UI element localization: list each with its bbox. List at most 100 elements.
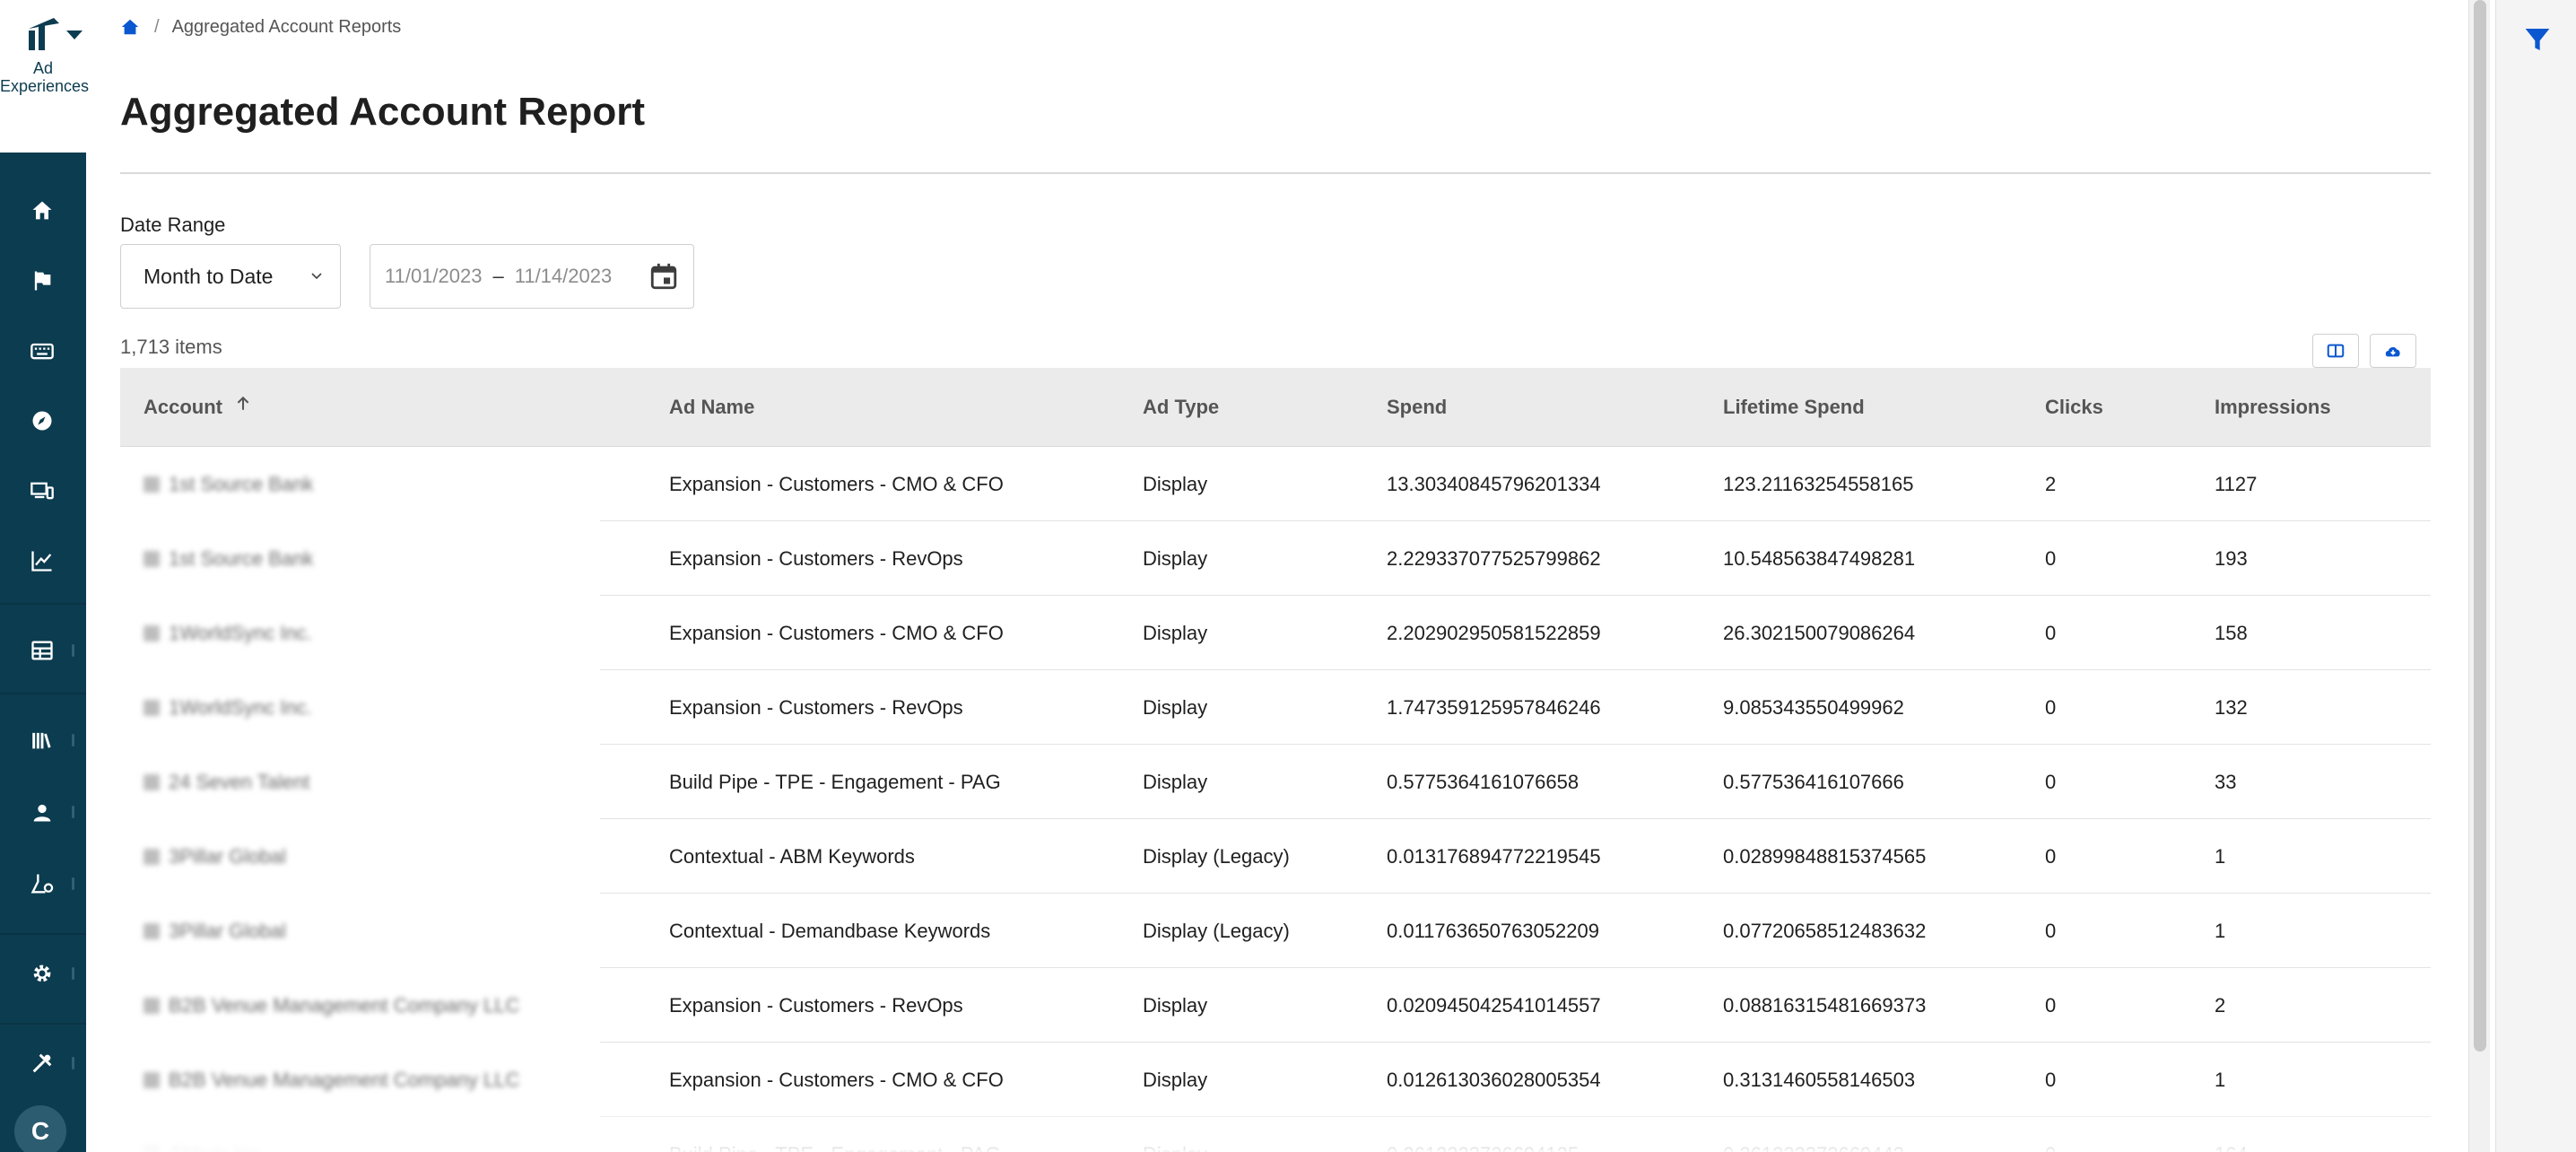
flag-icon[interactable] [27, 266, 57, 296]
column-header-lifetime-spend[interactable]: Lifetime Spend [1723, 368, 1865, 447]
table-row[interactable]: 24 Seven Talent Build Pipe - TPE - Engage… [120, 745, 2431, 819]
page-scrollbar[interactable] [2468, 0, 2490, 1152]
cell-impressions: 1127 [2215, 472, 2258, 495]
account-logo-icon [144, 997, 160, 1014]
tools-icon[interactable] [27, 1048, 57, 1078]
breadcrumb-separator: / [154, 16, 160, 37]
cell-clicks: 0 [2045, 844, 2057, 868]
column-header-account[interactable]: Account [144, 368, 251, 447]
cell-account: 1WorldSync Inc. [144, 596, 312, 670]
account-logo-icon [144, 476, 160, 493]
cell-ad-type: Display [1143, 546, 1208, 570]
home-icon[interactable] [27, 196, 57, 226]
table-body: 1st Source Bank Expansion - Customers - C… [120, 447, 2431, 1152]
cell-ad-type: Display [1143, 621, 1208, 644]
column-header-clicks[interactable]: Clicks [2045, 368, 2103, 447]
account-logo-icon [144, 848, 160, 865]
cell-ad-type: Display [1143, 472, 1208, 495]
cell-impressions: 1 [2215, 844, 2226, 868]
devices-icon[interactable] [27, 476, 57, 506]
column-header-ad-type[interactable]: Ad Type [1143, 368, 1219, 447]
account-name: 3Pillar Global [169, 844, 286, 868]
column-header-spend[interactable]: Spend [1387, 368, 1447, 447]
account-logo-icon [144, 1071, 160, 1088]
columns-button[interactable] [2312, 334, 2359, 368]
title-divider [120, 172, 2431, 174]
start-date-input[interactable]: 11/01/2023 [385, 265, 482, 288]
line-chart-icon[interactable] [27, 545, 57, 576]
brand-name: Ad Experiences [0, 59, 90, 95]
account-name: B2B Venue Management Company LLC [169, 993, 520, 1017]
column-header-ad-name[interactable]: Ad Name [669, 368, 754, 447]
filter-icon[interactable] [2523, 25, 2552, 54]
lab-settings-icon[interactable] [27, 868, 57, 899]
date-range-label: Date Range [120, 214, 226, 236]
cell-account: 3Pillar Global [144, 894, 286, 968]
cell-account: B2B Venue Management Company LLC [144, 968, 519, 1043]
cell-clicks: 0 [2045, 621, 2057, 644]
account-name: 24 Seven Talent [169, 770, 310, 793]
cell-clicks: 0 [2045, 993, 2057, 1017]
filter-panel [2495, 0, 2576, 1152]
cell-spend: 2.229337077525799862 [1387, 546, 1601, 570]
scrollbar-thumb[interactable] [2474, 0, 2486, 1052]
cell-lifetime-spend: 10.548563847498281 [1723, 546, 1916, 570]
cell-impressions: 132 [2215, 695, 2248, 719]
cell-ad-type: Display [1143, 993, 1208, 1017]
cell-ad-type: Display (Legacy) [1143, 919, 1290, 942]
cell-ad-name: Contextual - Demandbase Keywords [669, 919, 991, 942]
account-name: 3Pillar Global [169, 919, 286, 942]
cell-lifetime-spend: 0.08816315481669373 [1723, 993, 1927, 1017]
cell-spend: 0.5775364161076658 [1387, 770, 1580, 793]
cell-impressions: 158 [2215, 621, 2248, 644]
cell-account: 1st Source Bank [144, 521, 313, 596]
date-range-select-value: Month to Date [144, 264, 274, 288]
user-avatar[interactable]: C [14, 1105, 66, 1152]
table-icon[interactable] [27, 635, 57, 666]
table-row[interactable]: 1WorldSync Inc. Expansion - Customers - C… [120, 596, 2431, 670]
table-row[interactable]: 1WorldSync Inc. Expansion - Customers - R… [120, 670, 2431, 745]
calendar-icon[interactable] [648, 261, 679, 292]
cell-ad-name: Expansion - Customers - CMO & CFO [669, 472, 1004, 495]
cell-account: 3Pillar Global [144, 819, 286, 894]
cell-spend: 1.747359125957846246 [1387, 695, 1601, 719]
sort-ascending-icon[interactable] [235, 396, 251, 412]
home-icon[interactable] [120, 17, 140, 37]
brand-switcher[interactable]: Ad Experiences [0, 0, 90, 153]
chevron-down-icon [311, 273, 322, 280]
cell-ad-name: Build Pipe - TPE - Engagement - PAG [669, 770, 1001, 793]
account-logo-icon [144, 624, 160, 641]
table-row[interactable]: 3Pillar Global Contextual - ABM Keywords D… [120, 819, 2431, 894]
cloud-download-icon [2385, 346, 2400, 357]
table-row[interactable]: 1st Source Bank Expansion - Customers - C… [120, 447, 2431, 521]
cell-lifetime-spend: 0.577536416107666 [1723, 770, 1904, 793]
download-button[interactable] [2370, 334, 2416, 368]
cell-spend: 0.013176894772219545 [1387, 844, 1601, 868]
cell-ad-name: Contextual - ABM Keywords [669, 844, 915, 868]
cell-clicks: 2 [2045, 472, 2057, 495]
cell-clicks: 0 [2045, 695, 2057, 719]
cell-spend: 2.202902950581522859 [1387, 621, 1601, 644]
keyboard-icon[interactable] [27, 336, 57, 366]
cell-clicks: 0 [2045, 770, 2057, 793]
chevron-down-icon[interactable] [66, 31, 83, 39]
report-table: Account Ad Name Ad Type Spend Lifetime S… [120, 368, 2431, 1152]
account-logo-icon [144, 699, 160, 716]
end-date-input[interactable]: 11/14/2023 [515, 265, 612, 288]
gear-icon[interactable] [27, 958, 57, 989]
column-header-impressions[interactable]: Impressions [2215, 368, 2331, 447]
cell-impressions: 193 [2215, 546, 2248, 570]
library-icon[interactable] [27, 725, 57, 755]
table-row[interactable]: 3Pillar Global Contextual - Demandbase Ke… [120, 894, 2431, 968]
table-row[interactable]: 1st Source Bank Expansion - Customers - R… [120, 521, 2431, 596]
date-picker[interactable]: 11/01/2023 – 11/14/2023 [370, 244, 694, 309]
person-badge-icon[interactable] [27, 797, 57, 827]
table-row[interactable]: B2B Venue Management Company LLC Expansio… [120, 968, 2431, 1043]
compass-icon[interactable] [27, 406, 57, 436]
cell-spend: 13.30340845796201334 [1387, 472, 1601, 495]
cell-ad-name: Expansion - Customers - RevOps [669, 546, 963, 570]
cell-lifetime-spend: 0.07720658512483632 [1723, 919, 1927, 942]
cell-ad-name: Expansion - Customers - CMO & CFO [669, 621, 1004, 644]
account-name: 1st Source Bank [169, 472, 314, 495]
date-range-select[interactable]: Month to Date [120, 244, 341, 309]
